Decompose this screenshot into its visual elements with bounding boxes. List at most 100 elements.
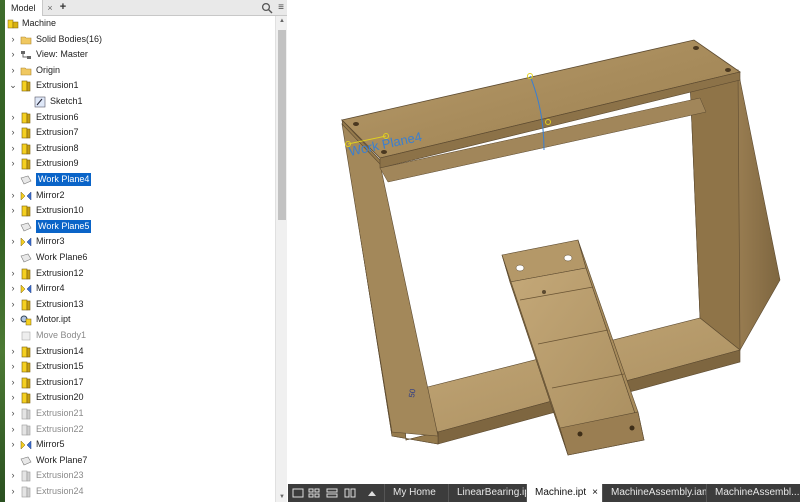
extrusion-icon [21,127,31,139]
arrange-icon[interactable] [326,487,338,499]
document-tab-label: LinearBearing.ipt [457,487,530,498]
tab-close-icon[interactable]: × [43,0,57,16]
expand-chevron-icon[interactable]: › [9,188,17,203]
document-tab[interactable]: Machine.ipt × [526,484,602,502]
extrusion-icon [21,159,31,170]
expand-chevron-icon[interactable]: › [9,281,17,296]
assembly-root-icon [7,19,19,29]
tree-item[interactable]: Move Body1 [5,328,275,344]
tree-item-label: Motor.ipt [36,314,71,325]
tree-item[interactable]: Work Plane6 [5,250,275,266]
expand-chevron-icon[interactable]: › [9,422,17,437]
tree-item[interactable]: › Mirror5 [5,437,275,453]
arrange2-icon[interactable] [344,487,356,499]
expand-chevron-icon[interactable]: › [9,297,17,312]
scrollbar-thumb[interactable] [278,30,286,220]
workplane-icon [20,222,32,232]
expand-chevron-icon[interactable]: › [9,203,17,218]
expand-chevron-icon[interactable]: › [9,266,17,281]
browser-tab-bar: Model × + ≡ [5,0,287,16]
expand-chevron-icon[interactable]: › [9,234,17,249]
document-tab[interactable]: My Home [384,484,448,502]
expand-chevron-icon[interactable]: › [9,32,17,47]
expand-chevron-icon[interactable]: › [9,484,17,499]
expand-chevron-icon[interactable]: › [9,468,17,483]
tree-item[interactable]: Machine [5,16,275,32]
expand-chevron-icon[interactable]: › [9,110,17,125]
document-tab[interactable]: MachineAssembly.iam [602,484,706,502]
extrusion-icon [21,377,31,389]
close-tab-icon[interactable]: × [592,484,598,502]
tree-item[interactable]: › View: Master [5,47,275,63]
tree-item[interactable]: › Extrusion17 [5,375,275,391]
menu-up-icon[interactable] [366,487,378,499]
folder-icon [20,36,32,44]
tree-item-label: Mirror3 [36,236,65,247]
tree-item[interactable]: › Extrusion21 [5,406,275,422]
expand-chevron-icon[interactable]: › [9,312,17,327]
expand-chevron-icon[interactable]: › [9,63,17,78]
tree-item[interactable]: › Extrusion10 [5,203,275,219]
tab-model[interactable]: Model [5,0,43,16]
tree-item-label: Extrusion23 [36,470,84,481]
expand-chevron-icon[interactable]: › [9,437,17,452]
tree-item-label: Work Plane4 [36,173,92,186]
expand-chevron-icon[interactable]: › [9,47,17,62]
tree-item[interactable]: Work Plane5 [5,219,275,235]
tree-item[interactable]: Sketch1 [5,94,275,110]
mirror-icon [20,237,32,247]
cascade-icon[interactable] [308,487,320,499]
tree-item[interactable]: › Mirror3 [5,234,275,250]
expand-chevron-icon[interactable]: › [9,125,17,140]
tree-scrollbar[interactable]: ▲ ▼ [275,16,287,502]
scroll-up-icon[interactable]: ▲ [276,16,288,26]
search-icon[interactable] [261,2,273,14]
tree-item[interactable]: › Extrusion22 [5,422,275,438]
tree-item[interactable]: › Mirror2 [5,188,275,204]
tree-item-label: Work Plane5 [36,219,92,233]
expand-chevron-icon[interactable]: › [9,344,17,359]
workplane-icon [20,456,32,466]
scroll-down-icon[interactable]: ▼ [276,492,288,502]
tree-item[interactable]: › Extrusion20 [5,390,275,406]
document-tab[interactable]: LinearBearing.ipt [448,484,530,502]
expand-chevron-icon[interactable]: › [9,156,17,171]
expand-chevron-icon[interactable]: › [9,406,17,421]
tile-icon[interactable] [292,487,304,499]
graphics-viewport[interactable]: Work Plane4 50 [288,0,800,484]
tree-item[interactable]: › Mirror4 [5,281,275,297]
derived-icon [20,315,32,326]
document-tab-bar: My Home LinearBearing.ipt Machine.ipt × Mach… [288,484,800,502]
tree-item[interactable]: › Extrusion23 [5,468,275,484]
tree-item[interactable]: › Extrusion7 [5,125,275,141]
add-tab-icon[interactable]: + [57,0,69,16]
tree-item[interactable]: › Solid Bodies(16) [5,32,275,48]
document-tab[interactable]: MachineAssembl...ipt [706,484,800,502]
folder-icon [20,67,32,76]
tree-item[interactable]: › Origin [5,63,275,79]
tree-item[interactable]: Work Plane4 [5,172,275,188]
tree-item-label: Mirror4 [36,283,65,294]
tree-item[interactable]: › Extrusion9 [5,156,275,172]
tree-item-label: Extrusion20 [36,392,84,403]
tree-item[interactable]: › Motor.ipt [5,312,275,328]
browser-menu-icon[interactable]: ≡ [275,0,287,16]
expand-chevron-icon[interactable]: ⌄ [9,78,17,93]
extrusion-icon [21,112,31,123]
tree-item[interactable]: › Extrusion14 [5,344,275,360]
tree-item[interactable]: › Extrusion8 [5,141,275,157]
tree-item-label: Mirror5 [36,439,65,450]
tree-item[interactable]: › Extrusion15 [5,359,275,375]
tree-item[interactable]: ⌄ Extrusion1 [5,78,275,94]
expand-chevron-icon[interactable]: › [9,359,17,374]
tree-item[interactable]: › Extrusion6 [5,110,275,126]
tree-item-label: Work Plane7 [36,454,88,465]
tree-item[interactable]: › Extrusion12 [5,266,275,282]
tree-item[interactable]: Work Plane7 [5,453,275,469]
tree-item[interactable]: › Extrusion24 [5,484,275,500]
expand-chevron-icon[interactable]: › [9,375,17,390]
expand-chevron-icon[interactable]: › [9,141,17,156]
expand-chevron-icon[interactable]: › [9,390,17,405]
tree-item[interactable]: › Extrusion13 [5,297,275,313]
